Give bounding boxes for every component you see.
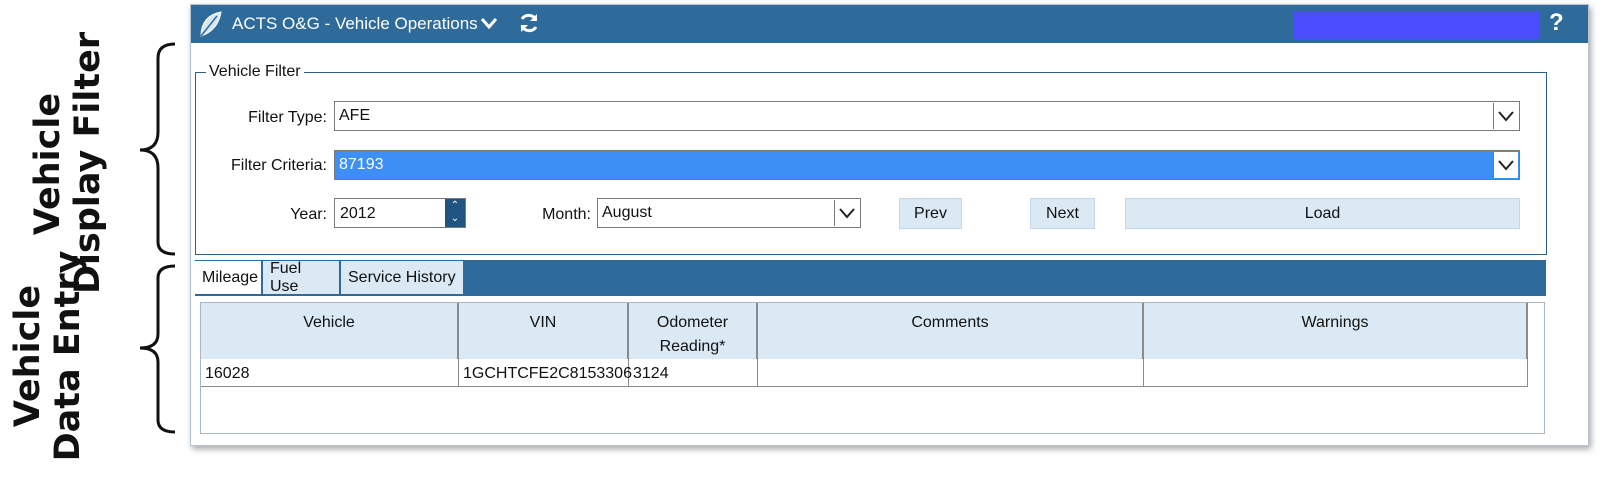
month-label: Month: — [542, 206, 591, 223]
next-button[interactable]: Next — [1030, 198, 1095, 229]
filter-criteria-value: 87193 — [339, 156, 384, 173]
column-header-vehicle[interactable]: Vehicle — [201, 303, 459, 359]
tab-fuel-use[interactable]: Fuel Use — [263, 260, 339, 295]
month-value: August — [602, 204, 652, 221]
column-header-odometer-text: Odometer Reading* — [656, 314, 729, 355]
chevron-down-icon[interactable] — [1493, 152, 1518, 178]
tab-bar: Mileage Fuel Use Service History — [195, 260, 1546, 296]
column-header-odometer-reading[interactable]: Odometer Reading* — [629, 303, 758, 359]
mileage-grid: Vehicle VIN Odometer Reading* Comments W… — [200, 302, 1545, 434]
chevron-down-icon[interactable] — [834, 200, 859, 226]
app-title: ACTS O&G - Vehicle Operations — [232, 14, 478, 33]
prev-button[interactable]: Prev — [899, 198, 962, 229]
user-name-box[interactable] — [1293, 11, 1539, 39]
year-stepper-buttons[interactable]: ⌃ ⌄ — [445, 199, 465, 227]
column-header-comments[interactable]: Comments — [758, 303, 1144, 359]
title-bar: ACTS O&G - Vehicle Operations ? — [191, 5, 1588, 43]
month-select[interactable]: August — [597, 198, 861, 228]
annotation-vehicle-data-entry: Vehicle Data Entry — [8, 246, 92, 466]
annotation-entry-line2: Data Entry — [48, 250, 88, 462]
cell-comments[interactable] — [758, 359, 1144, 387]
chevron-up-icon[interactable]: ⌃ — [445, 199, 465, 212]
leaf-logo-icon — [200, 11, 222, 37]
tab-mileage[interactable]: Mileage — [195, 261, 261, 294]
year-label: Year: — [290, 206, 327, 223]
cell-vehicle[interactable]: 16028 — [201, 359, 459, 387]
annotation-entry-line1: Vehicle — [8, 284, 48, 428]
chevron-down-icon[interactable] — [1493, 103, 1518, 129]
filter-type-label: Filter Type: — [248, 109, 327, 126]
vehicle-filter-legend: Vehicle Filter — [209, 63, 301, 80]
filter-criteria-select[interactable]: 87193 — [334, 150, 1520, 180]
tab-service-history[interactable]: Service History — [341, 261, 463, 294]
chevron-down-icon[interactable] — [479, 13, 499, 33]
grid-header: Vehicle VIN Odometer Reading* Comments W… — [201, 303, 1528, 359]
cell-vin[interactable]: 1GCHTCFE2C8153306 — [459, 359, 632, 387]
refresh-icon[interactable] — [517, 11, 541, 35]
app-window: ACTS O&G - Vehicle Operations ? Vehicle … — [190, 4, 1589, 446]
filter-brace — [139, 42, 176, 256]
column-header-vin[interactable]: VIN — [459, 303, 629, 359]
column-header-warnings[interactable]: Warnings — [1144, 303, 1528, 359]
filter-type-value: AFE — [339, 107, 371, 124]
cell-odometer-reading[interactable]: 3124 — [629, 359, 758, 387]
cell-warnings[interactable] — [1144, 359, 1528, 387]
load-button[interactable]: Load — [1125, 198, 1520, 229]
filter-criteria-label: Filter Criteria: — [230, 157, 327, 174]
year-value: 2012 — [340, 205, 376, 222]
year-stepper[interactable]: 2012 ⌃ ⌄ — [334, 198, 466, 228]
filter-type-select[interactable]: AFE — [334, 101, 1520, 131]
help-icon[interactable]: ? — [1549, 9, 1564, 37]
entry-brace — [139, 264, 176, 434]
chevron-down-icon[interactable]: ⌄ — [445, 212, 465, 225]
